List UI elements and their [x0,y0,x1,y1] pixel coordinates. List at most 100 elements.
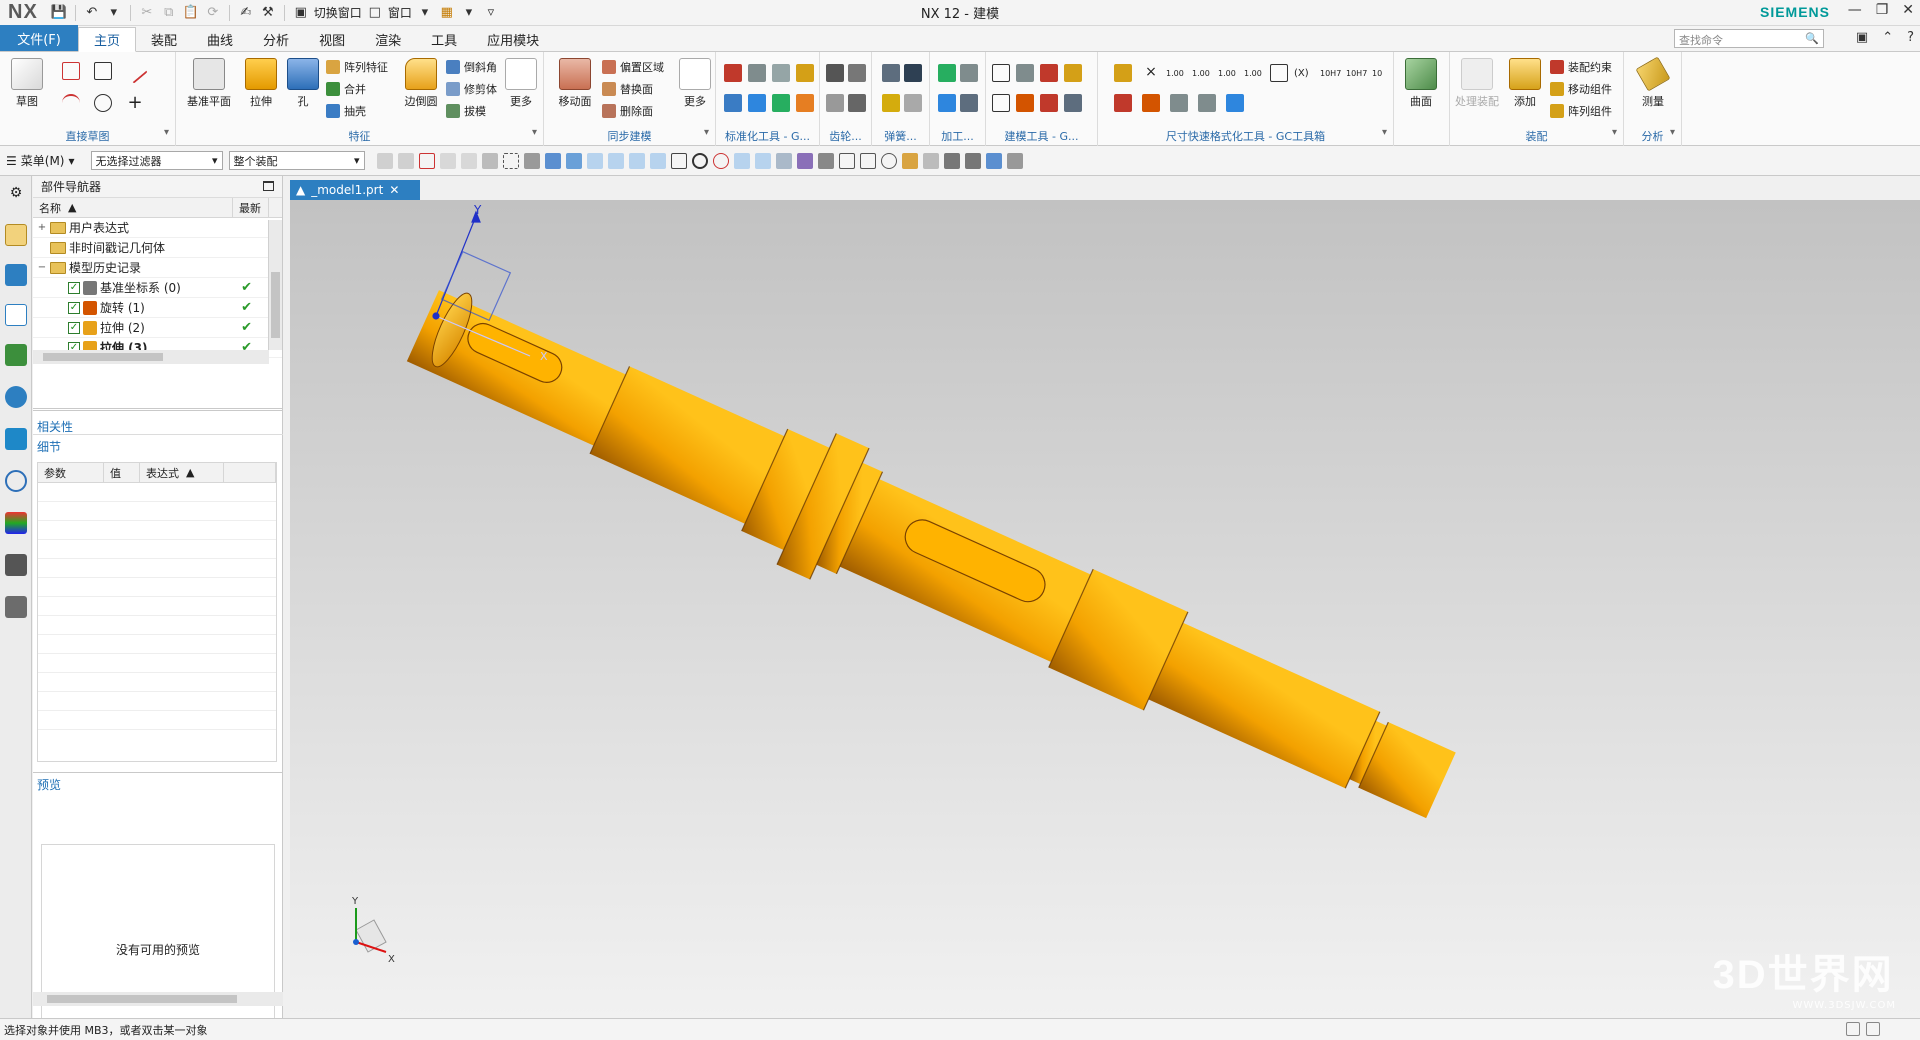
surface-button[interactable]: 曲面 [1398,58,1444,109]
filter-reset-icon[interactable] [397,152,414,169]
edge-blend-button[interactable]: 边倒圆 [398,58,444,109]
status-selection-icon[interactable] [1846,1022,1860,1036]
feature-select-icon[interactable] [481,152,498,169]
tab-analysis[interactable]: 分析 [248,27,304,51]
layer-icon[interactable] [1006,152,1023,169]
spring-disc-icon[interactable] [904,64,922,82]
line-icon[interactable] [122,58,148,84]
snap-on-curve-icon[interactable] [754,152,771,169]
general-selection-icon[interactable] [376,152,393,169]
settings-gear-icon[interactable]: ⚙ [5,182,27,204]
sync-more-button[interactable]: 更多 [672,58,718,109]
process-studio-icon[interactable] [5,554,27,576]
dropdown-icon[interactable]: ▾ [460,4,478,22]
move-component-button[interactable]: 移动组件 [1550,80,1612,98]
snap-existing-point-icon[interactable] [733,152,750,169]
dim-edit-icon[interactable] [1142,94,1160,112]
history-icon[interactable] [5,470,27,492]
machining-report-icon[interactable] [960,94,978,112]
rectangle-select-icon[interactable] [502,152,519,169]
visibility-checkbox[interactable]: ✓ [68,321,80,334]
chamfer-button[interactable]: 倒斜角 [446,58,497,76]
model-canvas[interactable]: Y X Y X [290,200,1920,1018]
status-fullscreen-icon[interactable] [1866,1022,1880,1036]
mark-icon[interactable] [1040,64,1058,82]
hole-button[interactable]: 孔 [280,58,326,109]
dim-label-4[interactable]: 1.00 [1244,64,1262,82]
customize-icon[interactable]: ▿ [482,4,500,22]
snap-line-icon[interactable] [586,152,603,169]
dim-clear-icon[interactable]: × [1142,64,1160,82]
tolerance-icon[interactable] [1040,94,1058,112]
std-part-icon[interactable] [724,64,742,82]
snap-pole-icon[interactable] [817,152,834,169]
cut-icon[interactable]: ✂ [138,4,156,22]
std-nut-icon[interactable] [772,64,790,82]
circle-icon[interactable] [94,94,112,112]
dim-label-5[interactable]: 10H7 [1320,64,1341,82]
fit-icon[interactable] [1064,94,1082,112]
touch-mode-icon[interactable]: ✍ [237,4,255,22]
part-file-tab[interactable]: ▲ _model1.prt ✕ [290,180,420,200]
body-icon[interactable] [523,152,540,169]
tab-view[interactable]: 视图 [304,27,360,51]
layout-icon[interactable]: ▦ [438,4,456,22]
expand-toggle-icon[interactable]: + [37,222,47,233]
triangle-icon[interactable] [992,64,1010,82]
save-icon[interactable]: 💾 [50,4,68,22]
expand-toggle-icon[interactable]: − [37,262,47,273]
copy-icon[interactable]: ⧉ [160,4,178,22]
snap-quadrant-icon[interactable] [712,152,729,169]
part-navigator-icon[interactable] [5,304,27,326]
snap-endpoint-icon[interactable] [565,152,582,169]
ruler-icon[interactable] [1016,94,1034,112]
snap-intersection-icon[interactable] [670,152,687,169]
dim-return-icon[interactable] [1226,94,1244,112]
dim-ref-icon[interactable] [1114,94,1132,112]
snap-on-face-icon[interactable] [775,152,792,169]
offset-region-button[interactable]: 偏置区域 [602,58,664,76]
gear-spur-icon[interactable] [826,94,844,112]
command-finder-icon[interactable]: ⚒ [259,4,277,22]
arc-icon[interactable] [62,94,80,112]
window-menu-button[interactable]: 窗口 [388,4,412,21]
repeat-command-icon[interactable]: ⟳ [204,4,222,22]
tab-close-icon[interactable]: ✕ [389,183,399,197]
dim-label-6[interactable]: 10H7 [1346,64,1367,82]
window-tile-icon[interactable]: ▣ [1856,30,1868,45]
tab-home[interactable]: 主页 [78,27,137,52]
collapse-ribbon-icon[interactable]: ⌃ [1882,30,1893,45]
tab-curve[interactable]: 曲线 [192,27,248,51]
snap-bounded-icon[interactable] [796,152,813,169]
constraint-navigator-icon[interactable] [5,264,27,286]
spring-delete-icon[interactable] [904,94,922,112]
dependency-section[interactable]: 相关性 [37,418,73,435]
dim-radius-icon[interactable] [1198,94,1216,112]
visibility-checkbox[interactable]: ✓ [68,281,80,294]
dropdown-icon[interactable]: ▾ [416,4,434,22]
command-search-input[interactable]: 查找命令 🔍 [1674,29,1824,48]
pattern-feature-button[interactable]: 阵列特征 [326,58,388,76]
trim-body-button[interactable]: 修剪体 [446,80,497,98]
select-icon[interactable] [439,152,456,169]
assembly-navigator-icon[interactable] [5,224,27,246]
tree-row[interactable]: + 用户表达式 [33,218,282,238]
tab-assembly[interactable]: 装配 [136,27,192,51]
render-style-icon[interactable] [943,152,960,169]
rotate-icon[interactable] [880,152,897,169]
visibility-checkbox[interactable]: ✓ [68,301,80,314]
spring-cylinder-icon[interactable] [882,64,900,82]
zoom-icon[interactable] [859,152,876,169]
gear-helical-icon[interactable] [848,94,866,112]
extrude-button[interactable]: 拉伸 [238,58,284,109]
lasso-icon[interactable] [460,152,477,169]
spring-torsion-icon[interactable] [882,94,900,112]
pan-icon[interactable] [901,152,918,169]
column-latest-header[interactable]: 最新 [233,198,269,217]
paste-icon[interactable]: 📋 [182,4,200,22]
selection-scope-select[interactable]: 整个装配 ▾ [228,151,365,170]
std-bearing-icon[interactable] [748,94,766,112]
dropdown-icon[interactable]: ▾ [105,4,123,22]
shaft-segment-right[interactable] [1148,622,1380,789]
tree-row[interactable]: ✓ 旋转 (1) ✔ [33,298,282,318]
